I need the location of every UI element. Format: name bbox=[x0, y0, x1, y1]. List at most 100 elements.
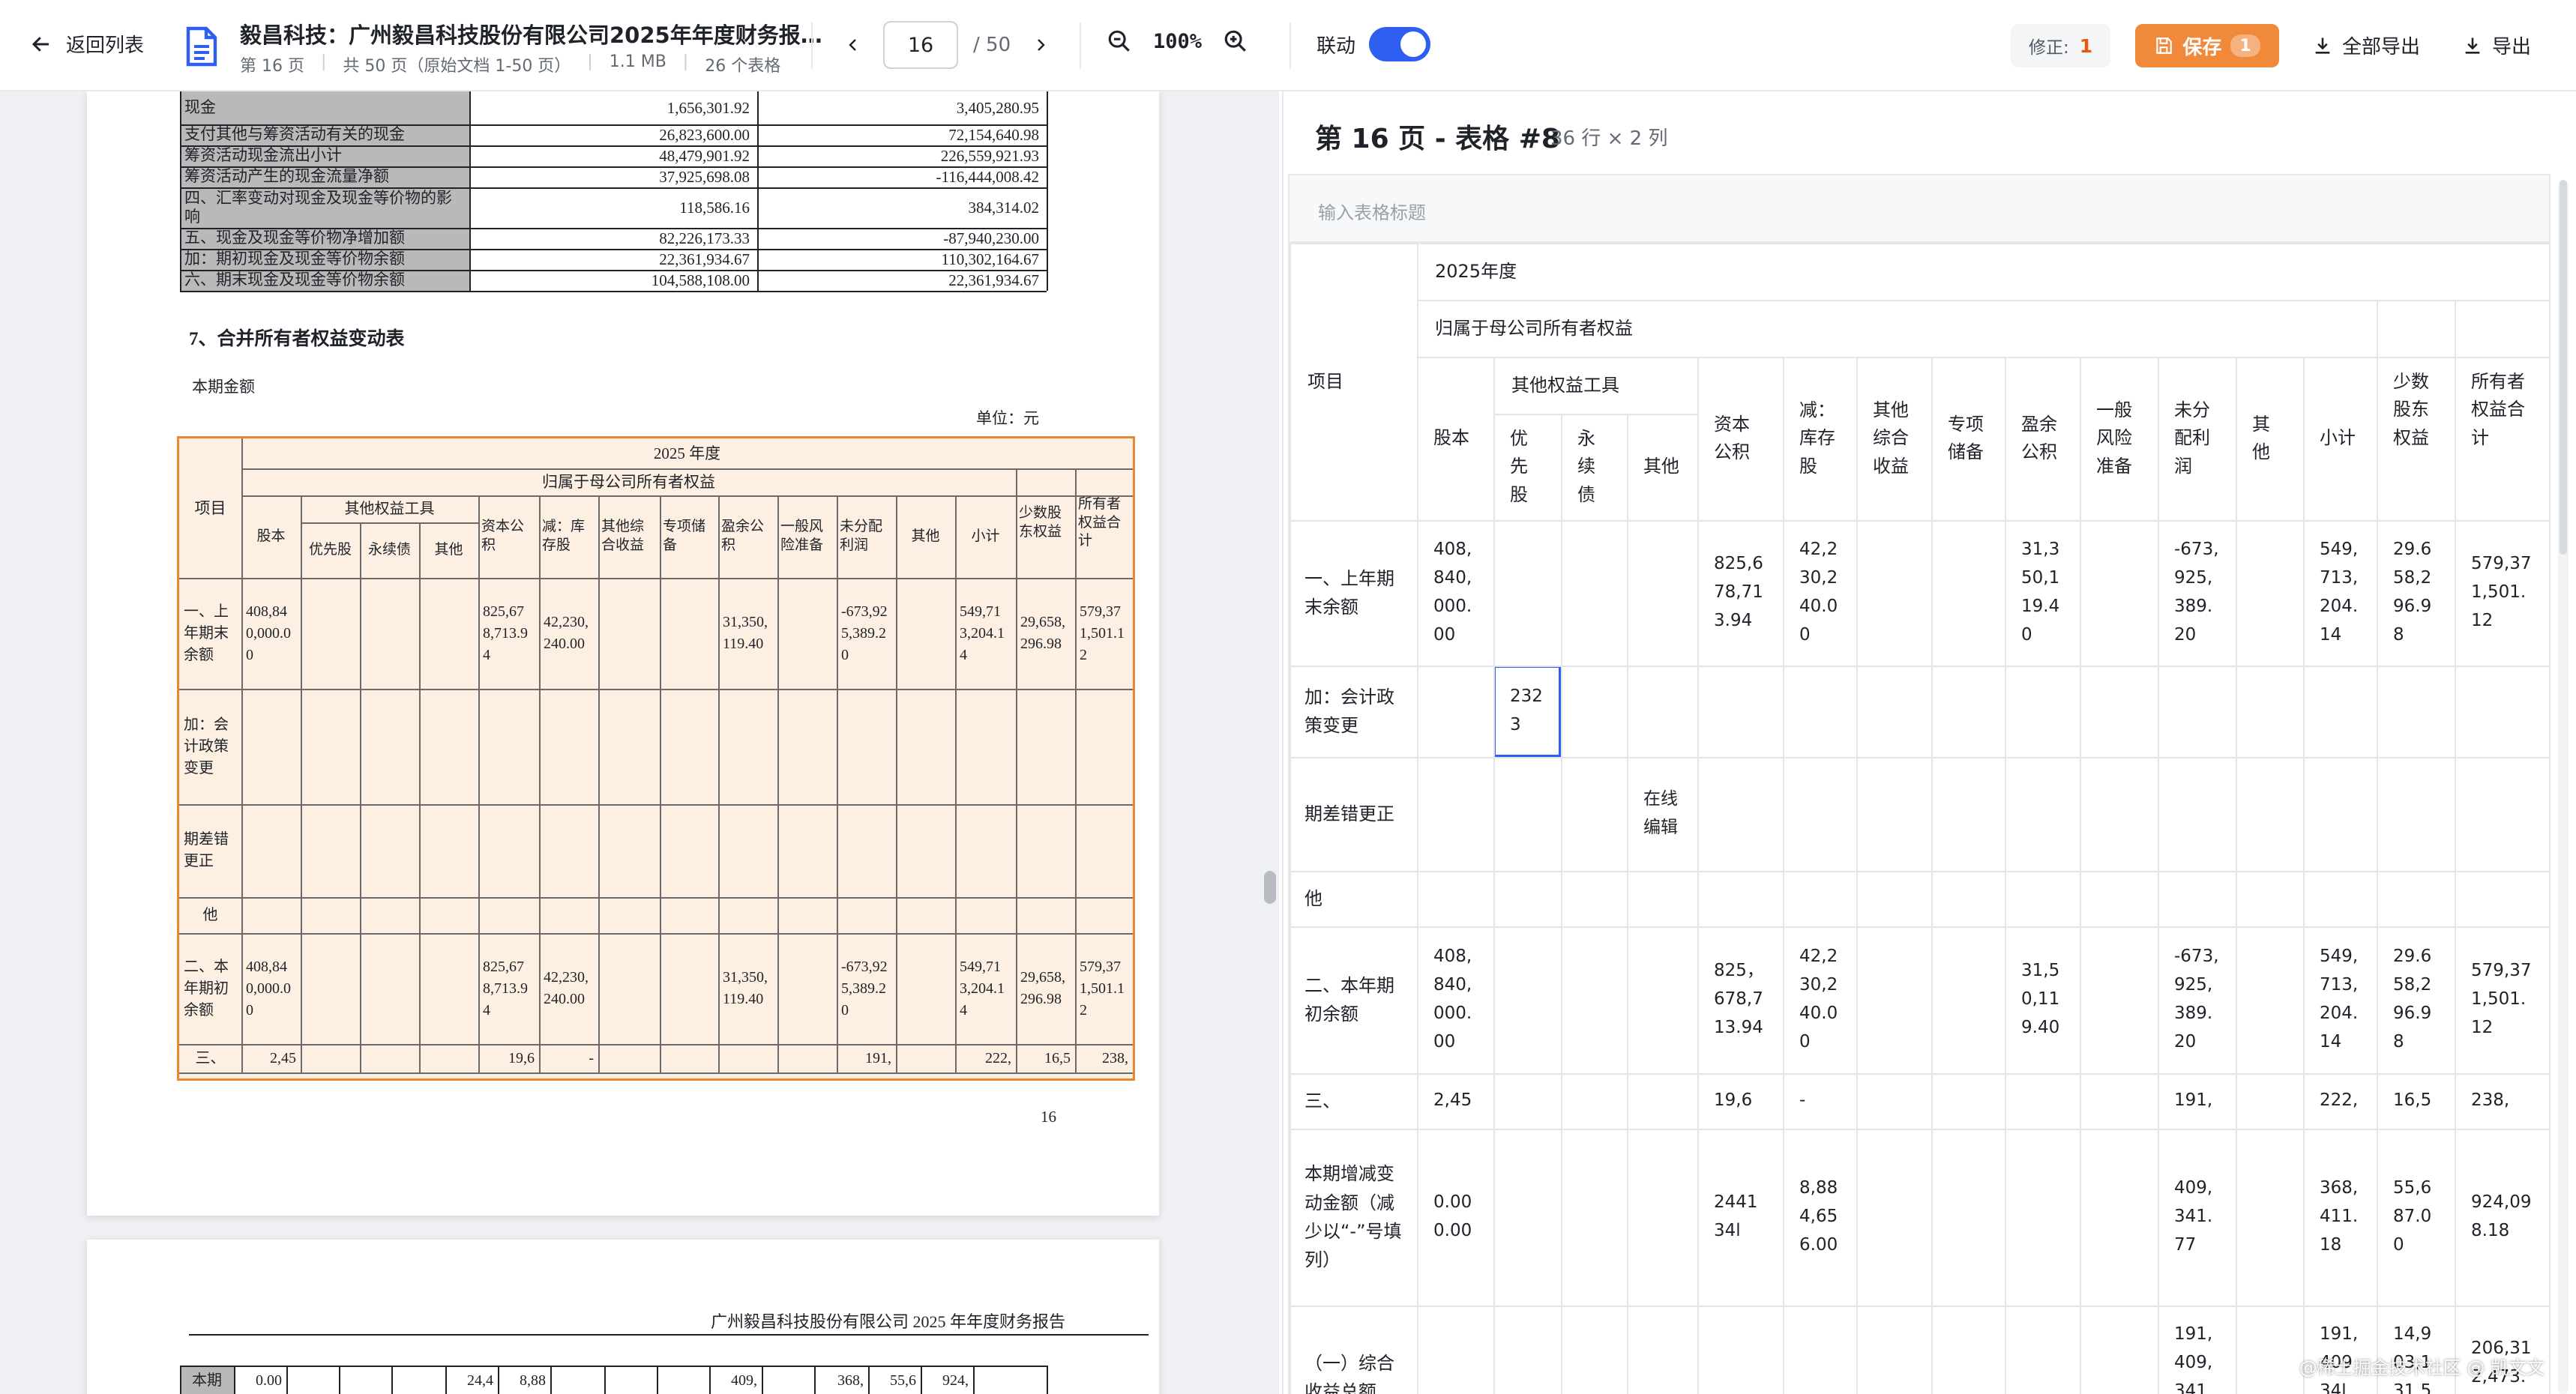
editor-cell[interactable]: 8,884,656.00 bbox=[1783, 1129, 1856, 1306]
editor-col-header[interactable]: 盈余公积 bbox=[2005, 357, 2080, 520]
editor-row-label[interactable]: 加：会计政策变更 bbox=[1289, 666, 1417, 757]
editor-cell[interactable] bbox=[1931, 926, 2005, 1073]
editor-cell[interactable]: 29.658,296.98 bbox=[2377, 926, 2455, 1073]
editor-cell[interactable] bbox=[2236, 926, 2303, 1073]
editor-cell[interactable] bbox=[2236, 520, 2303, 666]
editor-cell[interactable] bbox=[1856, 871, 1931, 926]
editor-col-header[interactable]: 小计 bbox=[2303, 357, 2377, 520]
editor-row-label[interactable]: 一、上年期末余额 bbox=[1289, 520, 1417, 666]
editor-cell[interactable] bbox=[2080, 757, 2158, 871]
editor-cell[interactable] bbox=[1697, 1306, 1783, 1394]
editor-row-label[interactable]: 二、本年期初余额 bbox=[1289, 926, 1417, 1073]
sync-toggle[interactable] bbox=[1369, 27, 1431, 61]
zoom-out-icon[interactable] bbox=[1107, 28, 1132, 54]
editor-cell[interactable] bbox=[1931, 520, 2005, 666]
editor-cell[interactable] bbox=[2080, 666, 2158, 757]
editor-cell[interactable] bbox=[2080, 1073, 2158, 1129]
zoom-in-icon[interactable] bbox=[1223, 28, 1248, 54]
editor-cell[interactable]: 206,312,473.32 bbox=[2455, 1306, 2549, 1394]
editor-cell[interactable] bbox=[2377, 871, 2455, 926]
editor-other-tools-header[interactable]: 其他权益工具 bbox=[1493, 357, 1697, 414]
editor-cell[interactable] bbox=[2303, 757, 2377, 871]
editor-cell[interactable]: 244134l bbox=[1697, 1129, 1783, 1306]
editor-cell[interactable]: 2,45 bbox=[1417, 1073, 1493, 1129]
editor-cell[interactable] bbox=[1561, 1073, 1627, 1129]
editor-cell[interactable] bbox=[1417, 1306, 1493, 1394]
editor-cell[interactable] bbox=[1856, 757, 1931, 871]
editor-cell[interactable]: 31,350,119.40 bbox=[2005, 520, 2080, 666]
editor-cell[interactable] bbox=[2236, 871, 2303, 926]
next-page-button[interactable] bbox=[1026, 30, 1056, 60]
editor-cell[interactable] bbox=[2236, 1129, 2303, 1306]
editor-cell[interactable] bbox=[2158, 757, 2236, 871]
editor-cell[interactable]: 549,713,204.14 bbox=[2303, 520, 2377, 666]
editor-year-header[interactable]: 2025年度 bbox=[1417, 243, 2549, 300]
editor-cell[interactable] bbox=[1627, 1306, 1697, 1394]
editor-col-header[interactable]: 其他综合收益 bbox=[1856, 357, 1931, 520]
editor-cell[interactable] bbox=[1783, 757, 1856, 871]
editor-cell[interactable] bbox=[2005, 871, 2080, 926]
corrections-badge[interactable]: 修正: 1 bbox=[2011, 24, 2111, 67]
editor-cell[interactable] bbox=[1627, 520, 1697, 666]
editor-cell[interactable] bbox=[1561, 926, 1627, 1073]
editor-cell[interactable] bbox=[1493, 1306, 1561, 1394]
editor-cell[interactable]: 42,230,240.00 bbox=[1783, 520, 1856, 666]
editor-cell[interactable] bbox=[1697, 666, 1783, 757]
editor-cell[interactable] bbox=[1561, 666, 1627, 757]
editor-cell[interactable]: 在线编辑 bbox=[1627, 757, 1697, 871]
editor-col-header[interactable]: 少数股东权益 bbox=[2377, 300, 2455, 520]
editor-cell[interactable]: 191, bbox=[2158, 1073, 2236, 1129]
editor-cell[interactable] bbox=[1931, 757, 2005, 871]
editor-cell[interactable]: 0.000.00 bbox=[1417, 1129, 1493, 1306]
editor-col-header[interactable]: 其他 bbox=[2236, 357, 2303, 520]
editor-cell[interactable] bbox=[1627, 871, 1697, 926]
editor-col-header[interactable]: 股本 bbox=[1417, 357, 1493, 520]
editor-row-label[interactable]: 期差错更正 bbox=[1289, 757, 1417, 871]
editor-cell[interactable]: -673,925,389.20 bbox=[2158, 926, 2236, 1073]
back-to-list-button[interactable]: 返回列表 bbox=[30, 30, 144, 58]
editor-cell[interactable] bbox=[2005, 1073, 2080, 1129]
editor-cell[interactable]: 2323 bbox=[1493, 666, 1561, 757]
editor-cell[interactable]: 222, bbox=[2303, 1073, 2377, 1129]
editor-cell[interactable] bbox=[1493, 926, 1561, 1073]
editor-cell[interactable] bbox=[1493, 1073, 1561, 1129]
save-button[interactable]: 保存 1 bbox=[2135, 24, 2279, 67]
editor-cell[interactable]: 19,6 bbox=[1697, 1073, 1783, 1129]
editor-cell[interactable] bbox=[2080, 926, 2158, 1073]
editor-cell[interactable]: 16,5 bbox=[2377, 1073, 2455, 1129]
editor-scrollbar[interactable] bbox=[2558, 180, 2569, 1394]
pane-resize-handle[interactable] bbox=[1264, 871, 1276, 904]
editor-cell[interactable] bbox=[1627, 926, 1697, 1073]
editor-row-label[interactable]: （一）综合收益总额 bbox=[1289, 1306, 1417, 1394]
editor-cell[interactable] bbox=[2080, 1129, 2158, 1306]
editor-cell[interactable]: 549,713,204.14 bbox=[2303, 926, 2377, 1073]
editor-cell[interactable]: 408,840,000.00 bbox=[1417, 926, 1493, 1073]
editor-cell[interactable] bbox=[2236, 1073, 2303, 1129]
editor-cell[interactable] bbox=[1931, 1306, 2005, 1394]
editor-cell[interactable] bbox=[1856, 1129, 1931, 1306]
editor-cell[interactable] bbox=[2236, 1306, 2303, 1394]
editor-cell[interactable] bbox=[2080, 520, 2158, 666]
editor-cell[interactable] bbox=[1856, 666, 1931, 757]
editor-cell[interactable] bbox=[2377, 757, 2455, 871]
editor-cell[interactable] bbox=[1856, 520, 1931, 666]
pdf-viewer[interactable]: 现金 1,656,301.92 3,405,280.95 支付其他与筹资活动有关的现金… bbox=[0, 91, 1279, 1394]
editor-cell[interactable] bbox=[1627, 666, 1697, 757]
editor-cell[interactable] bbox=[2236, 757, 2303, 871]
editor-cell[interactable]: 238, bbox=[2455, 1073, 2549, 1129]
editor-cell[interactable] bbox=[2080, 871, 2158, 926]
editor-cell[interactable] bbox=[2005, 1306, 2080, 1394]
editor-item-header[interactable]: 项目 bbox=[1289, 243, 1417, 520]
editor-cell[interactable] bbox=[1783, 871, 1856, 926]
editor-cell[interactable] bbox=[2455, 757, 2549, 871]
editor-cell[interactable] bbox=[1561, 871, 1627, 926]
editor-row-label[interactable]: 本期增减变动金额（减少以“-”号填列） bbox=[1289, 1129, 1417, 1306]
editor-cell[interactable] bbox=[2303, 871, 2377, 926]
editor-cell[interactable] bbox=[1856, 1306, 1931, 1394]
editor-cell[interactable] bbox=[2236, 666, 2303, 757]
editor-cell[interactable] bbox=[1417, 871, 1493, 926]
editor-parent-header[interactable]: 归属于母公司所有者权益 bbox=[1417, 300, 2377, 357]
editor-cell[interactable] bbox=[1856, 1073, 1931, 1129]
editor-col-header[interactable]: 资本公积 bbox=[1697, 357, 1783, 520]
export-all-button[interactable]: 全部导出 bbox=[2312, 31, 2420, 59]
